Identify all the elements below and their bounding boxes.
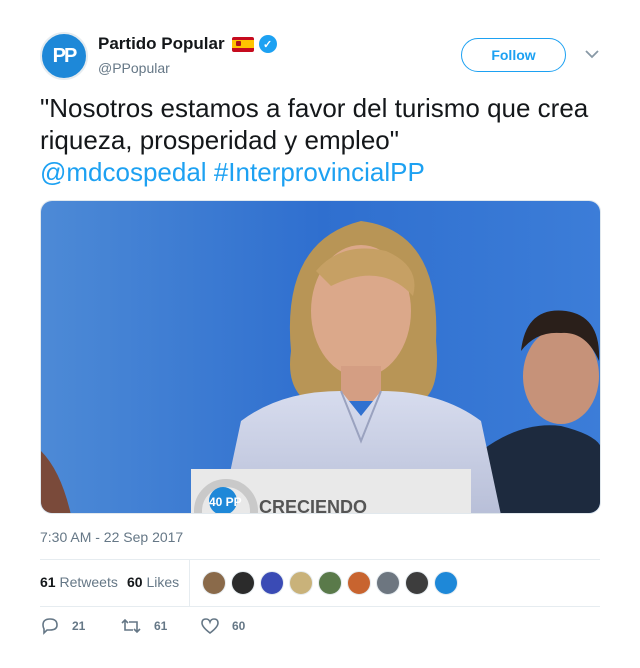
tweet-actions: 21 61 60: [40, 616, 600, 640]
podium-text: CRECIENDO: [259, 497, 367, 514]
liker-avatar[interactable]: [289, 571, 313, 595]
reply-count: 21: [72, 619, 86, 633]
liker-avatar[interactable]: [318, 571, 342, 595]
like-action[interactable]: 60: [200, 616, 245, 636]
tweet-text: "Nosotros estamos a favor del turismo qu…: [40, 92, 600, 188]
hashtag-link[interactable]: #InterprovincialPP: [214, 157, 425, 187]
liker-avatar[interactable]: [405, 571, 429, 595]
podium-logo-text: 40 PP: [209, 495, 242, 509]
liker-avatar[interactable]: [434, 571, 458, 595]
tweet-header: PP Partido Popular ✓ @PPopular Follow: [40, 32, 602, 80]
tweet-body: "Nosotros estamos a favor del turismo qu…: [40, 93, 589, 155]
retweets-label: Retweets: [59, 574, 118, 590]
stats-separator: [189, 560, 190, 606]
reply-icon: [42, 618, 58, 635]
liker-avatar[interactable]: [376, 571, 400, 595]
account-avatar[interactable]: PP: [40, 32, 88, 80]
retweet-count: 61: [154, 619, 168, 633]
likes-stat[interactable]: 60 Likes: [127, 574, 179, 590]
chevron-down-icon[interactable]: [584, 46, 600, 62]
avatar-logo-text: PP: [52, 44, 78, 67]
retweets-stat[interactable]: 61 Retweets: [40, 574, 118, 590]
likers-avatar-list: [202, 571, 463, 595]
spain-flag-icon: [231, 36, 254, 52]
tweet-video[interactable]: 40 PP CRECIENDO: [40, 200, 601, 514]
likes-label: Likes: [146, 574, 180, 590]
account-handle[interactable]: @PPopular: [98, 60, 170, 76]
mention-link[interactable]: @mdcospedal: [40, 157, 207, 187]
liker-avatar[interactable]: [202, 571, 226, 595]
name-row: Partido Popular ✓: [98, 34, 277, 54]
divider: [40, 606, 600, 607]
tweet-timestamp[interactable]: 7:30 AM - 22 Sep 2017: [40, 529, 183, 545]
display-name[interactable]: Partido Popular: [98, 34, 225, 54]
follow-button[interactable]: Follow: [461, 38, 566, 72]
liker-avatar[interactable]: [231, 571, 255, 595]
like-count: 60: [232, 619, 246, 633]
video-frame: 40 PP CRECIENDO: [41, 201, 600, 514]
engagement-stats: 61 Retweets 60 Likes: [40, 560, 600, 606]
retweet-action[interactable]: 61: [120, 616, 167, 636]
retweets-count: 61: [40, 574, 56, 590]
liker-avatar[interactable]: [260, 571, 284, 595]
likes-count: 60: [127, 574, 143, 590]
heart-icon: [201, 618, 219, 635]
verified-badge-icon: ✓: [258, 35, 277, 53]
retweet-icon: [121, 618, 141, 634]
reply-action[interactable]: 21: [40, 616, 85, 636]
liker-avatar[interactable]: [347, 571, 371, 595]
